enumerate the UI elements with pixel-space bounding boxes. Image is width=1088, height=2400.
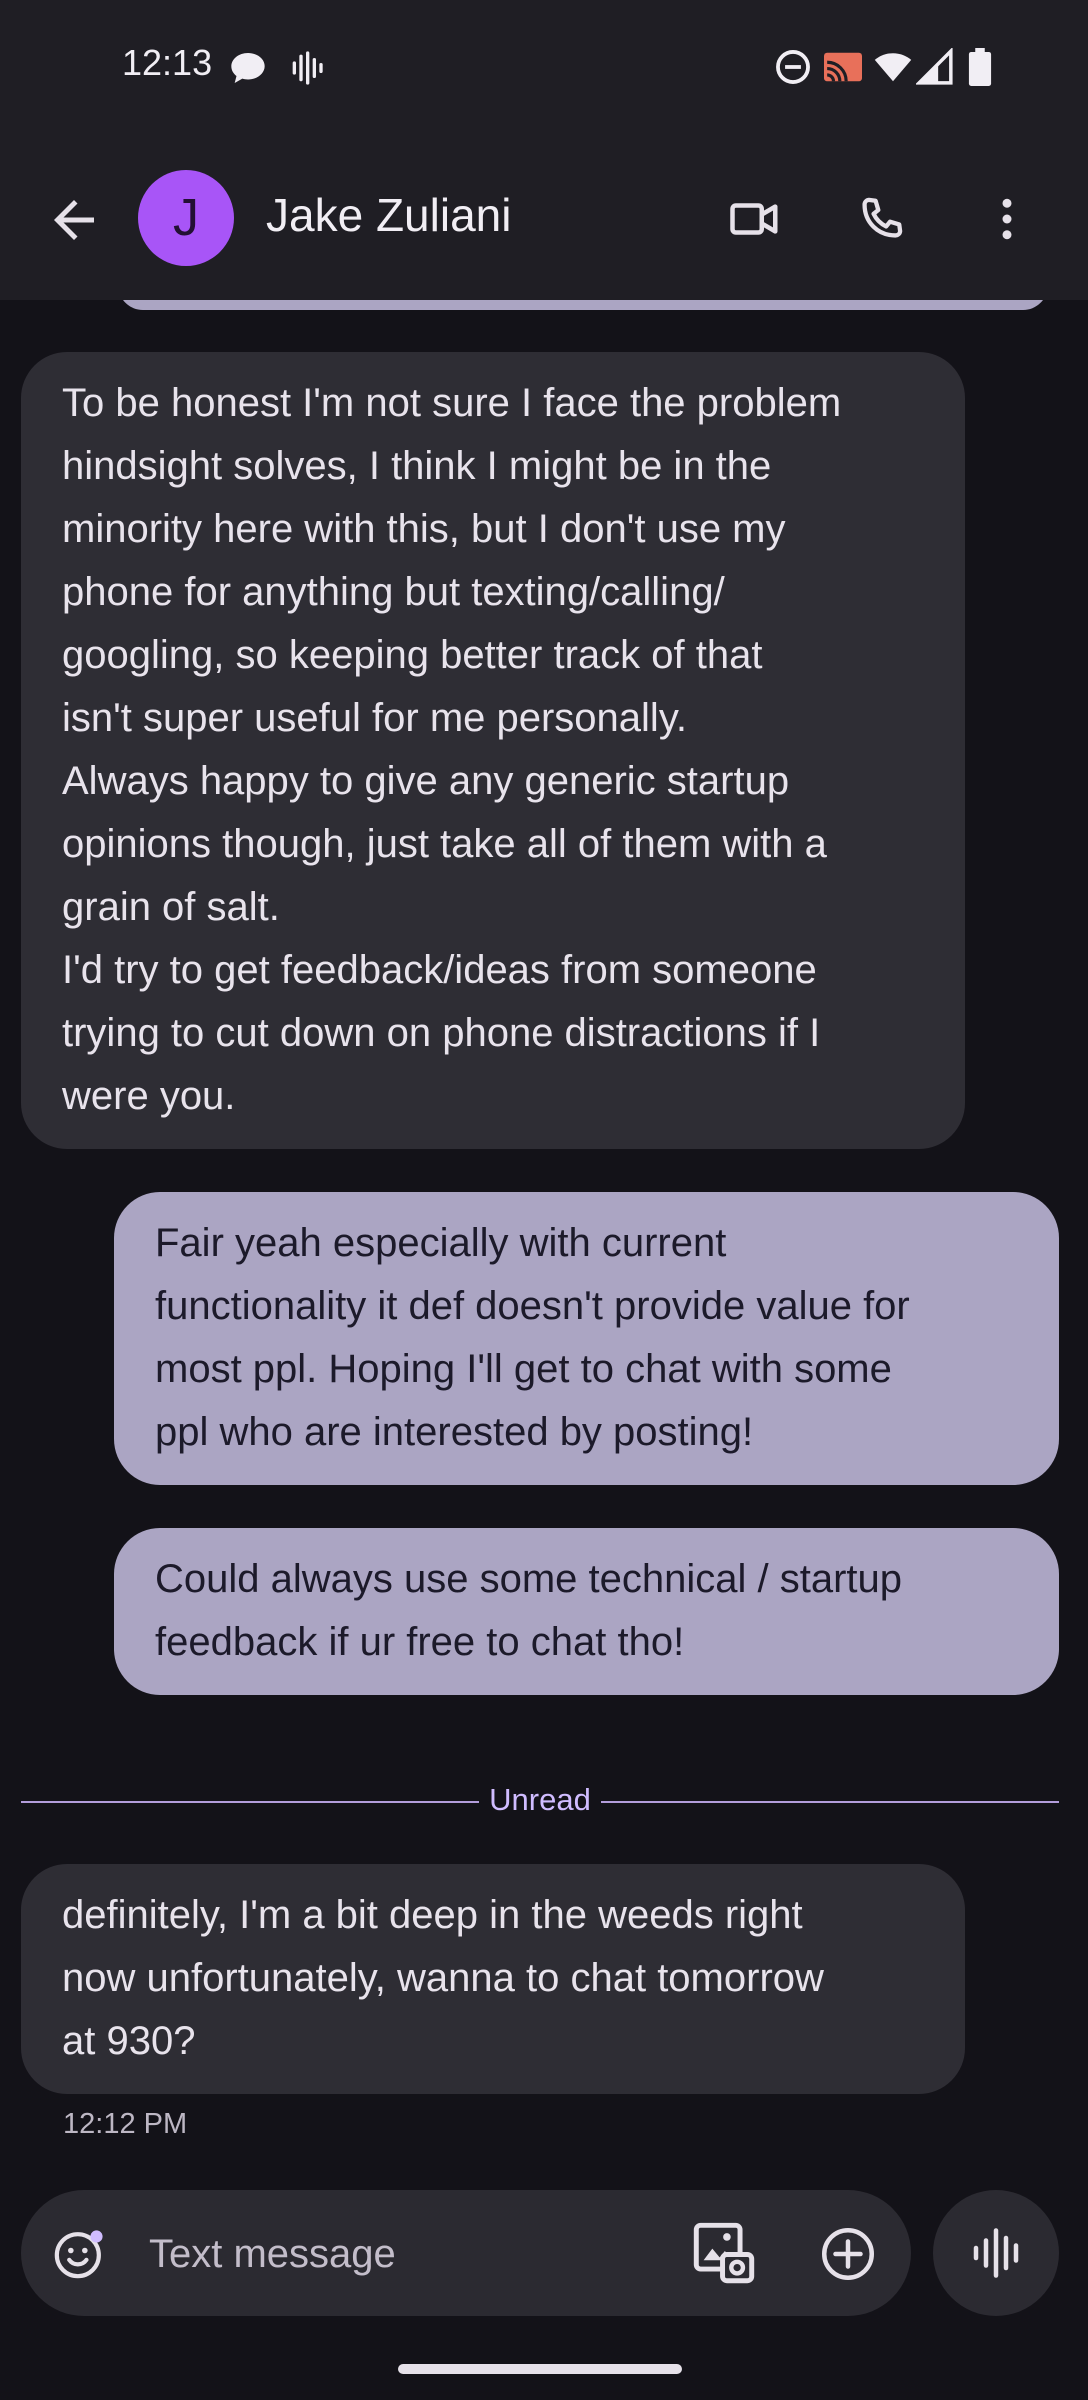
message-timestamp: 12:12 PM — [63, 2108, 188, 2140]
phone-icon — [862, 197, 903, 238]
voice-message-button[interactable] — [933, 2190, 1059, 2316]
more-vert-icon — [1002, 198, 1012, 240]
gallery-icon — [693, 2222, 755, 2284]
message-bubble-incoming[interactable]: To be honest I'm not sure I face the pro… — [21, 352, 965, 1149]
unread-divider: Unread — [21, 1782, 1059, 1822]
status-time: 12:13 — [122, 42, 213, 83]
emoji-icon — [54, 2230, 103, 2279]
do-not-disturb-icon — [774, 48, 812, 91]
voice-message-icon — [973, 2228, 1019, 2278]
emoji-button[interactable] — [51, 2226, 107, 2282]
gallery-button[interactable] — [689, 2218, 759, 2288]
video-call-button[interactable] — [714, 178, 794, 258]
more-options-button[interactable] — [966, 178, 1046, 258]
compose-bar — [21, 2190, 911, 2316]
unread-label: Unread — [479, 1782, 601, 1817]
cast-icon — [822, 48, 864, 91]
video-call-icon — [730, 203, 778, 235]
message-bubble-partial[interactable] — [118, 300, 1048, 310]
message-bubble-incoming[interactable]: definitely, I'm a bit deep in the weeds … — [21, 1864, 965, 2094]
status-bar: 12:13 — [0, 0, 1088, 140]
wifi-icon — [872, 48, 914, 91]
avatar-initial: J — [173, 189, 199, 247]
message-bubble-outgoing[interactable]: Could always use some technical / startu… — [114, 1528, 1059, 1695]
battery-icon — [968, 48, 992, 91]
message-bubble-outgoing[interactable]: Fair yeah especially with current functi… — [114, 1192, 1059, 1485]
back-button[interactable] — [44, 190, 104, 250]
voice-wave-icon — [286, 48, 326, 93]
message-input[interactable] — [147, 2223, 671, 2285]
message-list[interactable]: To be honest I'm not sure I face the pro… — [0, 300, 1088, 2190]
avatar[interactable]: J — [138, 170, 234, 266]
phone-call-button[interactable] — [840, 178, 920, 258]
signal-icon — [914, 46, 954, 91]
add-attachment-button[interactable] — [818, 2224, 878, 2284]
add-circle-icon — [822, 2228, 874, 2280]
home-indicator[interactable] — [398, 2364, 682, 2374]
conversation-header: J Jake Zuliani — [0, 140, 1088, 300]
contact-name[interactable]: Jake Zuliani — [266, 188, 511, 242]
chat-bubble-icon — [228, 48, 268, 93]
